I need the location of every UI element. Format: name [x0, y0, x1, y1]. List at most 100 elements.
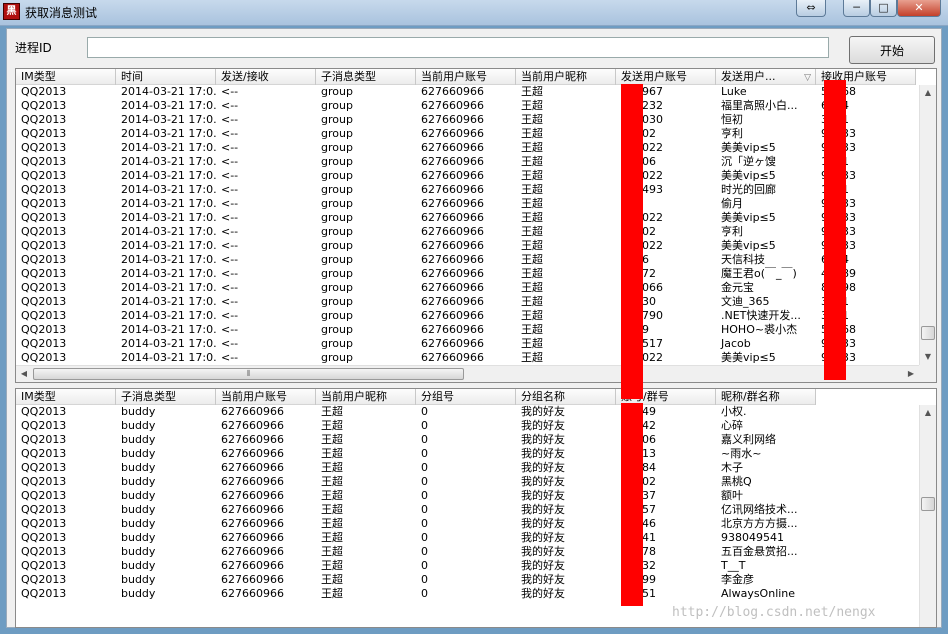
table-cell: 2014-03-21 17:0...: [121, 155, 216, 168]
table-cell: 额叶: [721, 489, 743, 502]
maximize-button[interactable]: □: [870, 0, 897, 17]
table-cell: <--: [221, 351, 239, 364]
table-row[interactable]: QQ2013buddy627660966王超0我的好友50499李金彦: [16, 573, 919, 587]
table-cell: 天信科技: [721, 253, 765, 266]
table-cell: buddy: [121, 489, 156, 502]
table-row[interactable]: QQ2013 2014-03-21 17:0... <-- group 62766096…: [16, 351, 919, 365]
hscroll-thumb[interactable]: ⦀: [33, 368, 464, 380]
column-header[interactable]: 分组号: [416, 389, 516, 405]
table-row[interactable]: QQ2013 2014-03-21 17:0... <-- group 62766096…: [16, 197, 919, 211]
table-row[interactable]: QQ2013 2014-03-21 17:0... <-- group 62766096…: [16, 253, 919, 267]
table-row[interactable]: QQ2013buddy627660966王超0我的好友55978五百金悬赏招..…: [16, 545, 919, 559]
scroll-thumb[interactable]: [921, 326, 935, 340]
table-cell: 627660966: [221, 531, 284, 544]
scroll-up-icon[interactable]: ▲: [920, 405, 936, 421]
table-cell: <--: [221, 239, 239, 252]
table-row[interactable]: QQ2013buddy627660966王超0我的好友36951AlwaysOn…: [16, 587, 919, 601]
column-header[interactable]: 发送用户... ▽: [716, 69, 816, 85]
table-row[interactable]: QQ2013buddy627660966王超0我的好友32937额叶: [16, 489, 919, 503]
column-header[interactable]: 发送用户账号: [616, 69, 716, 85]
table-cell: 2014-03-21 17:0...: [121, 253, 216, 266]
table-row[interactable]: QQ2013 2014-03-21 17:0... <-- group 62766096…: [16, 225, 919, 239]
scroll-down-icon[interactable]: ▼: [920, 349, 936, 365]
table-cell: <--: [221, 113, 239, 126]
table-row[interactable]: QQ2013 2014-03-21 17:0... <-- group 62766096…: [16, 169, 919, 183]
scroll-up-icon[interactable]: ▲: [920, 85, 936, 101]
table-row[interactable]: QQ2013buddy627660966王超0我的好友41832T__T: [16, 559, 919, 573]
column-header-label: 分组名称: [521, 390, 565, 403]
table-row[interactable]: QQ2013buddy627660966王超0我的好友37646北京方方方摄..…: [16, 517, 919, 531]
message-hscrollbar[interactable]: ◀ ⦀ ▶: [16, 365, 919, 382]
table-cell: 王超: [321, 573, 343, 586]
table-cell: QQ2013: [21, 113, 67, 126]
table-row[interactable]: QQ2013buddy627660966王超0我的好友34457亿讯网络技术..…: [16, 503, 919, 517]
table-cell: group: [321, 225, 353, 238]
table-cell: 五百金悬赏招...: [721, 545, 798, 558]
column-header[interactable]: 子消息类型: [316, 69, 416, 85]
scroll-thumb[interactable]: [921, 497, 935, 511]
close-button[interactable]: ✕: [897, 0, 941, 17]
table-cell: QQ2013: [21, 447, 67, 460]
table-row[interactable]: QQ2013 2014-03-21 17:0... <-- group 62766096…: [16, 267, 919, 281]
column-header[interactable]: 当前用户昵称: [516, 69, 616, 85]
table-cell: 我的好友: [521, 447, 565, 460]
table-row[interactable]: QQ2013buddy627660966王超0我的好友4954193804954…: [16, 531, 919, 545]
table-cell: group: [321, 155, 353, 168]
table-cell: QQ2013: [21, 405, 67, 418]
table-cell: 2014-03-21 17:0...: [121, 323, 216, 336]
table-cell: buddy: [121, 475, 156, 488]
scroll-right-icon[interactable]: ▶: [903, 366, 919, 382]
table-row[interactable]: QQ2013buddy627660966王超0我的好友92549小权.: [16, 405, 919, 419]
table-cell: 0: [421, 447, 428, 460]
column-header[interactable]: 子消息类型: [116, 389, 216, 405]
table-cell: 王超: [321, 559, 343, 572]
table-row[interactable]: QQ2013 2014-03-21 17:0... <-- group 62766096…: [16, 85, 919, 99]
column-header[interactable]: 当前用户账号: [216, 389, 316, 405]
table-row[interactable]: QQ2013buddy627660966王超0我的好友12942心碎: [16, 419, 919, 433]
table-row[interactable]: QQ2013buddy627660966王超0我的好友57502黑桃Q: [16, 475, 919, 489]
column-header[interactable]: 当前用户账号: [416, 69, 516, 85]
pid-input[interactable]: [87, 37, 829, 58]
table-row[interactable]: QQ2013 2014-03-21 17:0... <-- group 62766096…: [16, 309, 919, 323]
table-row[interactable]: QQ2013buddy627660966王超0我的好友27806嘉义利网络: [16, 433, 919, 447]
table-row[interactable]: QQ2013 2014-03-21 17:0... <-- group 62766096…: [16, 99, 919, 113]
start-button[interactable]: 开始: [849, 36, 935, 64]
column-header[interactable]: 发送/接收: [216, 69, 316, 85]
table-cell: 627660966: [221, 419, 284, 432]
table-row[interactable]: QQ2013 2014-03-21 17:0... <-- group 62766096…: [16, 239, 919, 253]
column-header[interactable]: IM类型: [16, 69, 116, 85]
table-row[interactable]: QQ2013 2014-03-21 17:0... <-- group 62766096…: [16, 295, 919, 309]
table-cell: 亿讯网络技术...: [721, 503, 798, 516]
table-cell: 0: [421, 503, 428, 516]
restore-icon[interactable]: ⇔: [796, 0, 826, 17]
table-row[interactable]: QQ2013 2014-03-21 17:0... <-- group 62766096…: [16, 281, 919, 295]
table-row[interactable]: QQ2013 2014-03-21 17:0... <-- group 62766096…: [16, 323, 919, 337]
table-row[interactable]: QQ2013 2014-03-21 17:0... <-- group 62766096…: [16, 211, 919, 225]
table-row[interactable]: QQ2013 2014-03-21 17:0... <-- group 62766096…: [16, 113, 919, 127]
column-header[interactable]: 当前用户昵称: [316, 389, 416, 405]
table-cell: 王超: [521, 99, 543, 112]
table-row[interactable]: QQ2013 2014-03-21 17:0... <-- group 62766096…: [16, 127, 919, 141]
column-header[interactable]: IM类型: [16, 389, 116, 405]
column-header-label: 子消息类型: [121, 390, 176, 403]
table-cell: 627660966: [421, 211, 484, 224]
column-header[interactable]: 昵称/群名称: [716, 389, 816, 405]
column-header[interactable]: 时间: [116, 69, 216, 85]
table-cell: QQ2013: [21, 127, 67, 140]
column-header[interactable]: 分组名称: [516, 389, 616, 405]
scroll-left-icon[interactable]: ◀: [16, 366, 32, 382]
table-row[interactable]: QQ2013 2014-03-21 17:0... <-- group 62766096…: [16, 337, 919, 351]
table-cell: QQ2013: [21, 323, 67, 336]
table-row[interactable]: QQ2013 2014-03-21 17:0... <-- group 62766096…: [16, 155, 919, 169]
table-row[interactable]: QQ2013buddy627660966王超0我的好友38613~雨水~: [16, 447, 919, 461]
table-row[interactable]: QQ2013buddy627660966王超0我的好友09784木子: [16, 461, 919, 475]
minimize-button[interactable]: ─: [843, 0, 870, 17]
table-row[interactable]: QQ2013 2014-03-21 17:0... <-- group 62766096…: [16, 141, 919, 155]
table-row[interactable]: QQ2013 2014-03-21 17:0... <-- group 62766096…: [16, 183, 919, 197]
message-vscrollbar[interactable]: ▲ ▼: [919, 85, 936, 365]
table-cell: 王超: [321, 461, 343, 474]
contact-vscrollbar[interactable]: ▲: [919, 405, 936, 627]
table-cell: 美美vip≤5: [721, 211, 776, 224]
message-table[interactable]: IM类型 时间 发送/接收 子消息类型 当前用户账号 当前用户昵称 发送用户账号 发送用户..…: [15, 68, 937, 383]
contact-table[interactable]: IM类型 子消息类型 当前用户账号 当前用户昵称 分组号 分组名称 账号/群号 昵称/群名称 …: [15, 388, 937, 628]
